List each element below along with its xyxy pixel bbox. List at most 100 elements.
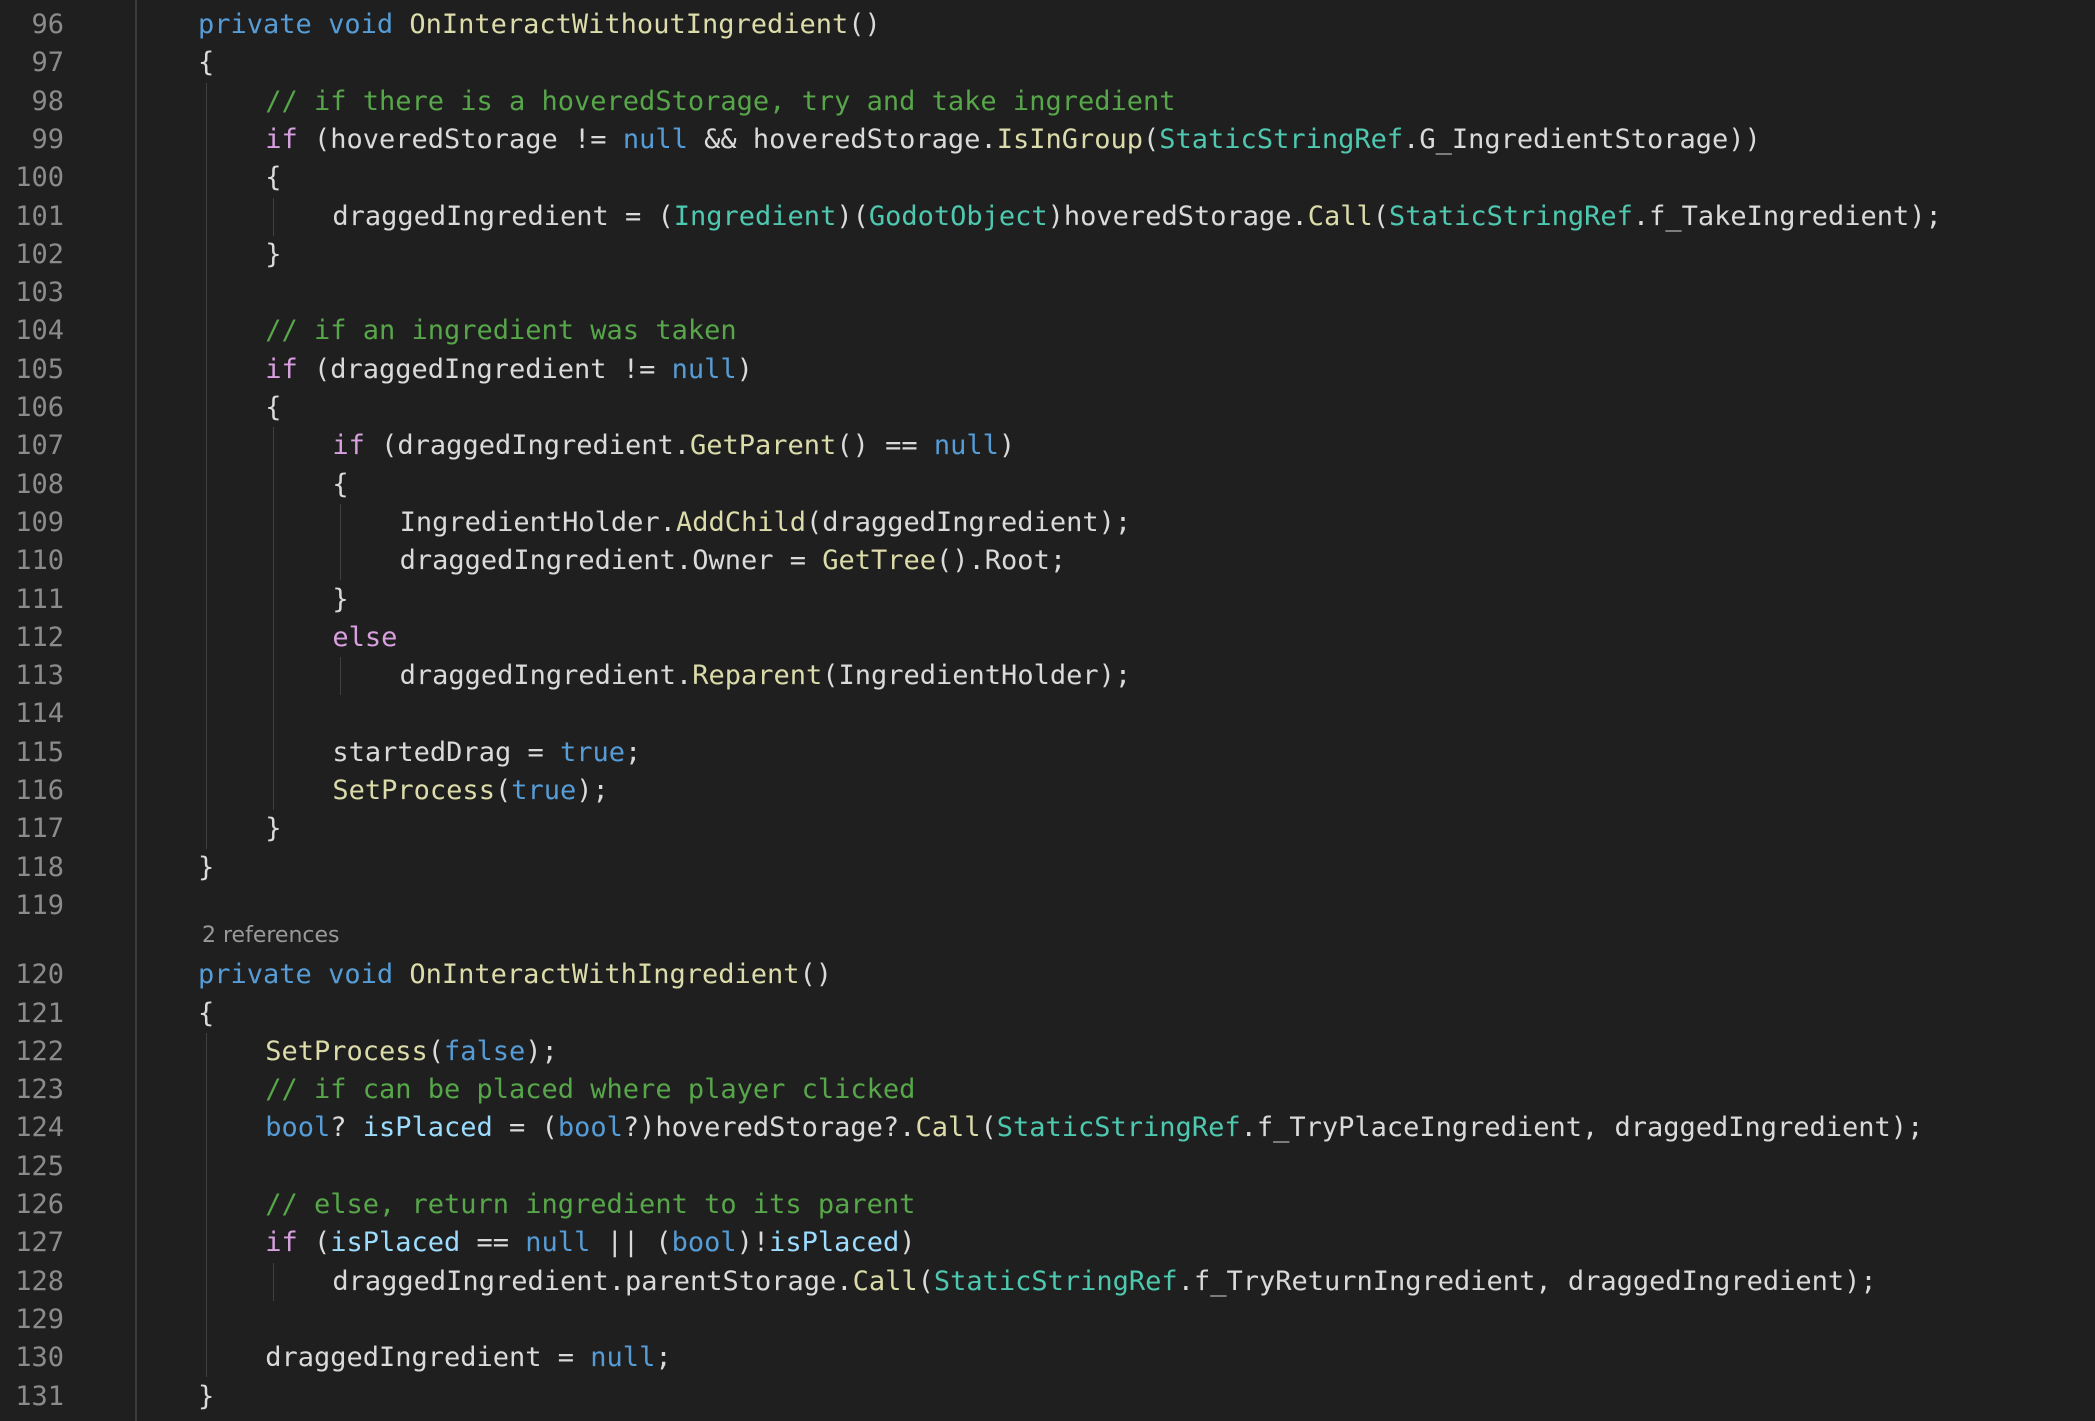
- type-token: StaticStringRef: [1389, 200, 1633, 232]
- code-line[interactable]: 125: [0, 1148, 2095, 1186]
- code-line[interactable]: 130 draggedIngredient = null;: [0, 1339, 2095, 1377]
- plain-token: .f_TryReturnIngredient, draggedIngredien…: [1177, 1265, 1877, 1297]
- plain-token: (draggedIngredient !=: [297, 353, 672, 385]
- code-text[interactable]: {: [332, 466, 348, 504]
- code-text[interactable]: SetProcess(false);: [265, 1033, 558, 1071]
- keyword-token: bool: [557, 1112, 623, 1144]
- line-number: 110: [15, 545, 64, 577]
- code-text[interactable]: bool? isPlaced = (bool?)hoveredStorage?.…: [265, 1109, 1923, 1147]
- code-line[interactable]: 101 draggedIngredient = (Ingredient)(Godo…: [0, 198, 2095, 236]
- plain-token: ?)hoveredStorage?.: [622, 1112, 916, 1144]
- code-text[interactable]: if (draggedIngredient.GetParent() == nul…: [332, 427, 1015, 465]
- code-line[interactable]: 116 SetProcess(true);: [0, 772, 2095, 810]
- code-line[interactable]: 107 if (draggedIngredient.GetParent() == …: [0, 427, 2095, 465]
- control-keyword-token: if: [265, 1227, 298, 1259]
- code-text[interactable]: }: [332, 581, 348, 619]
- code-line[interactable]: 123 // if can be placed where player clic…: [0, 1071, 2095, 1109]
- code-text[interactable]: draggedIngredient = (Ingredient)(GodotOb…: [332, 198, 1941, 236]
- plain-token: IngredientHolder.: [399, 506, 676, 538]
- code-text[interactable]: IngredientHolder.AddChild(draggedIngredi…: [400, 504, 1132, 542]
- plain-token: (: [1372, 200, 1390, 232]
- code-line[interactable]: 100 {: [0, 159, 2095, 197]
- code-text[interactable]: private void OnInteractWithoutIngredient…: [198, 6, 881, 44]
- type-token: StaticStringRef: [933, 1265, 1178, 1297]
- code-line[interactable]: 111}: [0, 581, 2095, 619]
- code-line[interactable]: 115 startedDrag = true;: [0, 734, 2095, 772]
- line-number: 96: [31, 9, 64, 40]
- comment-token: // if can be placed where player clicked: [265, 1074, 916, 1106]
- code-line[interactable]: 126 // else, return ingredient to its par…: [0, 1186, 2095, 1224]
- code-line[interactable]: 127 if (isPlaced == null || (bool)!isPlac…: [0, 1224, 2095, 1262]
- code-text[interactable]: draggedIngredient = null;: [265, 1339, 671, 1377]
- code-line[interactable]: 106 {: [0, 389, 2095, 427]
- control-keyword-token: if: [265, 353, 298, 385]
- code-line[interactable]: 131}: [0, 1378, 2095, 1416]
- code-text[interactable]: if (hoveredStorage != null && hoveredSto…: [265, 121, 1761, 159]
- code-text[interactable]: private void OnInteractWithIngredient(): [198, 956, 832, 994]
- code-line[interactable]: 119: [0, 887, 2095, 925]
- control-keyword-token: if: [332, 430, 365, 462]
- code-line[interactable]: 105 if (draggedIngredient != null): [0, 351, 2095, 389]
- plain-token: (draggedIngredient.: [364, 430, 691, 462]
- code-text[interactable]: {: [265, 389, 281, 427]
- code-text[interactable]: // if can be placed where player clicked: [265, 1071, 915, 1109]
- code-line[interactable]: 104 // if an ingredient was taken: [0, 312, 2095, 350]
- plain-token: {: [332, 468, 349, 500]
- code-text[interactable]: else: [332, 619, 397, 657]
- code-line[interactable]: 129: [0, 1301, 2095, 1339]
- line-number: 127: [15, 1227, 64, 1259]
- plain-token: );: [525, 1035, 558, 1067]
- code-editor[interactable]: 2 references 96 private void OnInteractWi…: [0, 0, 2095, 1421]
- code-line[interactable]: 120 private void OnInteractWithIngredient…: [0, 956, 2095, 994]
- code-text[interactable]: if (draggedIngredient != null): [265, 351, 753, 389]
- code-text[interactable]: // if an ingredient was taken: [265, 312, 736, 350]
- code-text[interactable]: draggedIngredient.Reparent(IngredientHol…: [400, 657, 1132, 695]
- code-text[interactable]: draggedIngredient.Owner = GetTree().Root…: [400, 542, 1066, 580]
- plain-token: );: [576, 775, 609, 806]
- code-text[interactable]: SetProcess(true);: [332, 772, 608, 810]
- code-text[interactable]: {: [265, 159, 281, 197]
- code-line[interactable]: 97 {: [0, 44, 2095, 82]
- code-line[interactable]: 118}: [0, 849, 2095, 887]
- keyword-token: null: [525, 1227, 591, 1259]
- function-token: Reparent: [692, 660, 823, 692]
- code-text[interactable]: }: [265, 810, 281, 848]
- code-line[interactable]: 122 SetProcess(false);: [0, 1033, 2095, 1071]
- code-line[interactable]: 108 {: [0, 466, 2095, 504]
- code-line[interactable]: 109 IngredientHolder.AddChild(draggedIngr…: [0, 504, 2095, 542]
- code-text[interactable]: {: [198, 995, 214, 1033]
- code-line[interactable]: 102}: [0, 236, 2095, 274]
- function-token: OnInteractWithoutIngredient: [409, 9, 849, 40]
- line-number: 104: [15, 315, 64, 347]
- function-token: Call: [915, 1112, 981, 1144]
- function-token: GetParent: [690, 430, 837, 462]
- code-text[interactable]: startedDrag = true;: [332, 734, 641, 772]
- code-line[interactable]: 121 {: [0, 995, 2095, 1033]
- codelens-references[interactable]: 2 references: [202, 921, 340, 951]
- code-line[interactable]: 103: [0, 274, 2095, 312]
- line-number: 100: [15, 162, 64, 194]
- code-text[interactable]: draggedIngredient.parentStorage.Call(Sta…: [332, 1263, 1876, 1301]
- code-line[interactable]: 117}: [0, 810, 2095, 848]
- code-text[interactable]: }: [198, 1378, 214, 1416]
- code-text[interactable]: if (isPlaced == null || (bool)!isPlaced): [265, 1224, 915, 1262]
- line-number: 114: [15, 698, 64, 730]
- code-text[interactable]: // else, return ingredient to its parent: [265, 1186, 915, 1224]
- code-line[interactable]: 128 draggedIngredient.parentStorage.Call(…: [0, 1263, 2095, 1301]
- plain-token: = (: [492, 1112, 558, 1144]
- code-line[interactable]: 124 bool? isPlaced = (bool?)hoveredStorag…: [0, 1109, 2095, 1147]
- code-text[interactable]: }: [198, 849, 214, 887]
- plain-token: }: [198, 851, 215, 883]
- code-line[interactable]: 99 if (hoveredStorage != null && hoveredS…: [0, 121, 2095, 159]
- code-line[interactable]: 112 else: [0, 619, 2095, 657]
- code-line[interactable]: 98 // if there is a hoveredStorage, try a…: [0, 83, 2095, 121]
- keyword-token: null: [590, 1342, 656, 1374]
- code-line[interactable]: 114: [0, 695, 2095, 733]
- code-line[interactable]: 113 draggedIngredient.Reparent(Ingredient…: [0, 657, 2095, 695]
- code-text[interactable]: {: [198, 44, 214, 82]
- code-line[interactable]: 110 draggedIngredient.Owner = GetTree().R…: [0, 542, 2095, 580]
- code-line[interactable]: 96 private void OnInteractWithoutIngredie…: [0, 6, 2095, 44]
- plain-token: ): [736, 353, 753, 385]
- code-text[interactable]: }: [265, 236, 281, 274]
- code-text[interactable]: // if there is a hoveredStorage, try and…: [265, 83, 1175, 121]
